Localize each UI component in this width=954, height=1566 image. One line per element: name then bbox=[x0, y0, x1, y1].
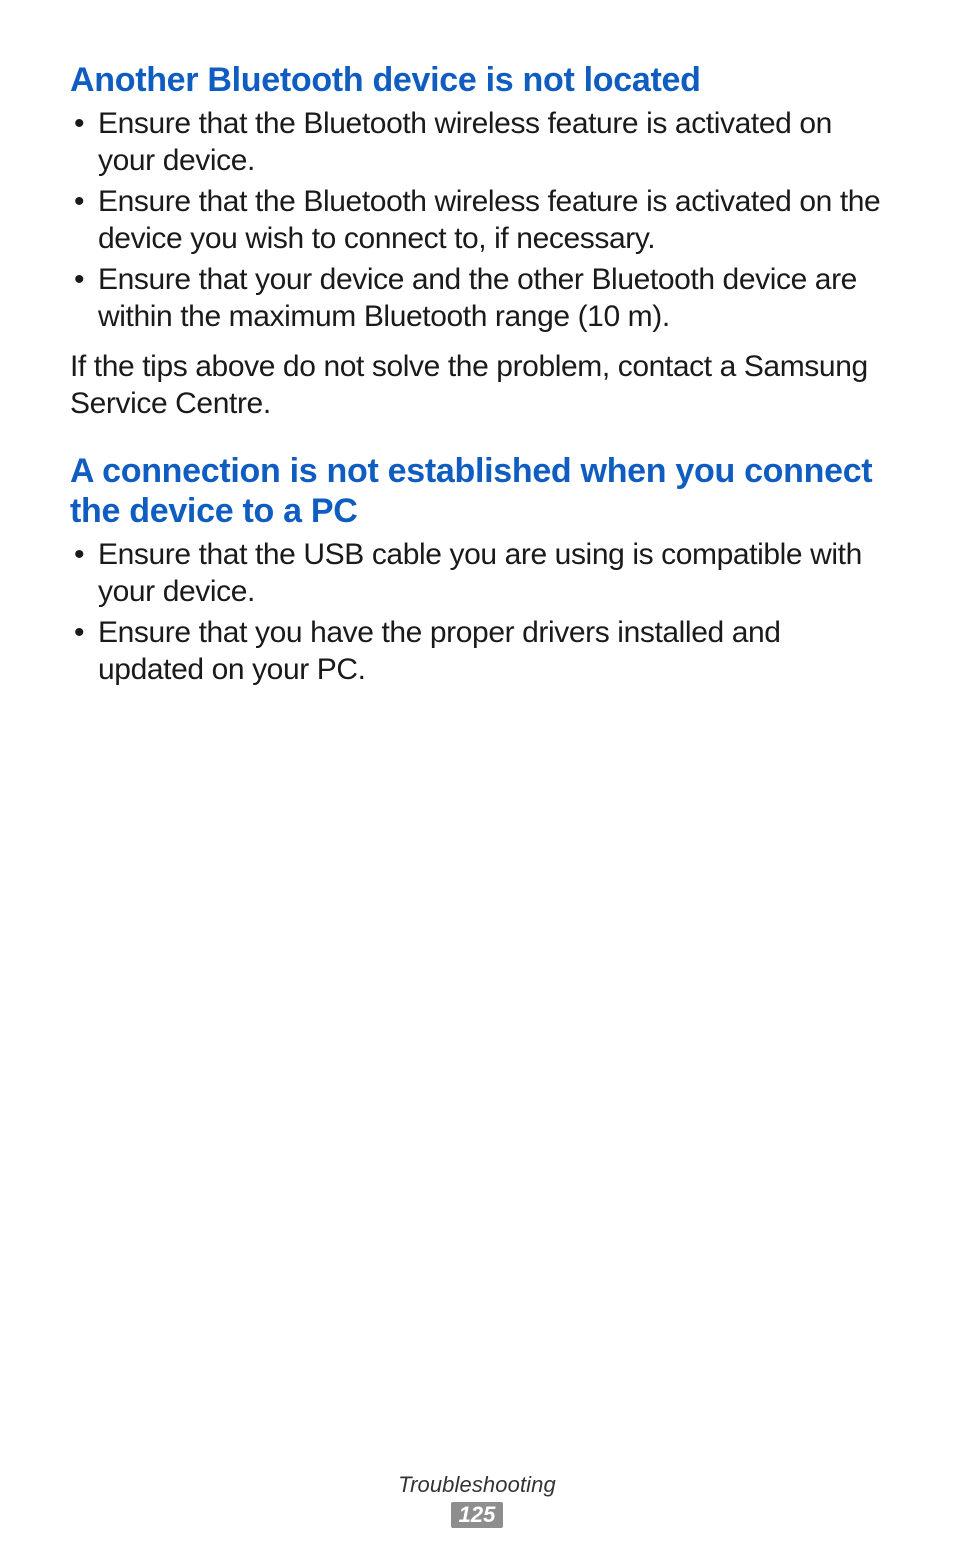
body-paragraph: If the tips above do not solve the probl… bbox=[70, 349, 890, 423]
section-heading-pc-connection: A connection is not established when you… bbox=[70, 451, 890, 531]
bullet-list-pc-connection: Ensure that the USB cable you are using … bbox=[70, 537, 890, 689]
section-heading-bluetooth: Another Bluetooth device is not located bbox=[70, 60, 890, 100]
bullet-item: Ensure that the Bluetooth wireless featu… bbox=[70, 106, 890, 180]
bullet-item: Ensure that the USB cable you are using … bbox=[70, 537, 890, 611]
document-page: Another Bluetooth device is not located … bbox=[0, 0, 954, 1566]
bullet-item: Ensure that the Bluetooth wireless featu… bbox=[70, 184, 890, 258]
bullet-item: Ensure that your device and the other Bl… bbox=[70, 262, 890, 336]
page-number: 125 bbox=[451, 1502, 504, 1528]
bullet-item: Ensure that you have the proper drivers … bbox=[70, 615, 890, 689]
page-footer: Troubleshooting 125 bbox=[0, 1472, 954, 1528]
bullet-list-bluetooth: Ensure that the Bluetooth wireless featu… bbox=[70, 106, 890, 335]
footer-section-name: Troubleshooting bbox=[0, 1472, 954, 1498]
